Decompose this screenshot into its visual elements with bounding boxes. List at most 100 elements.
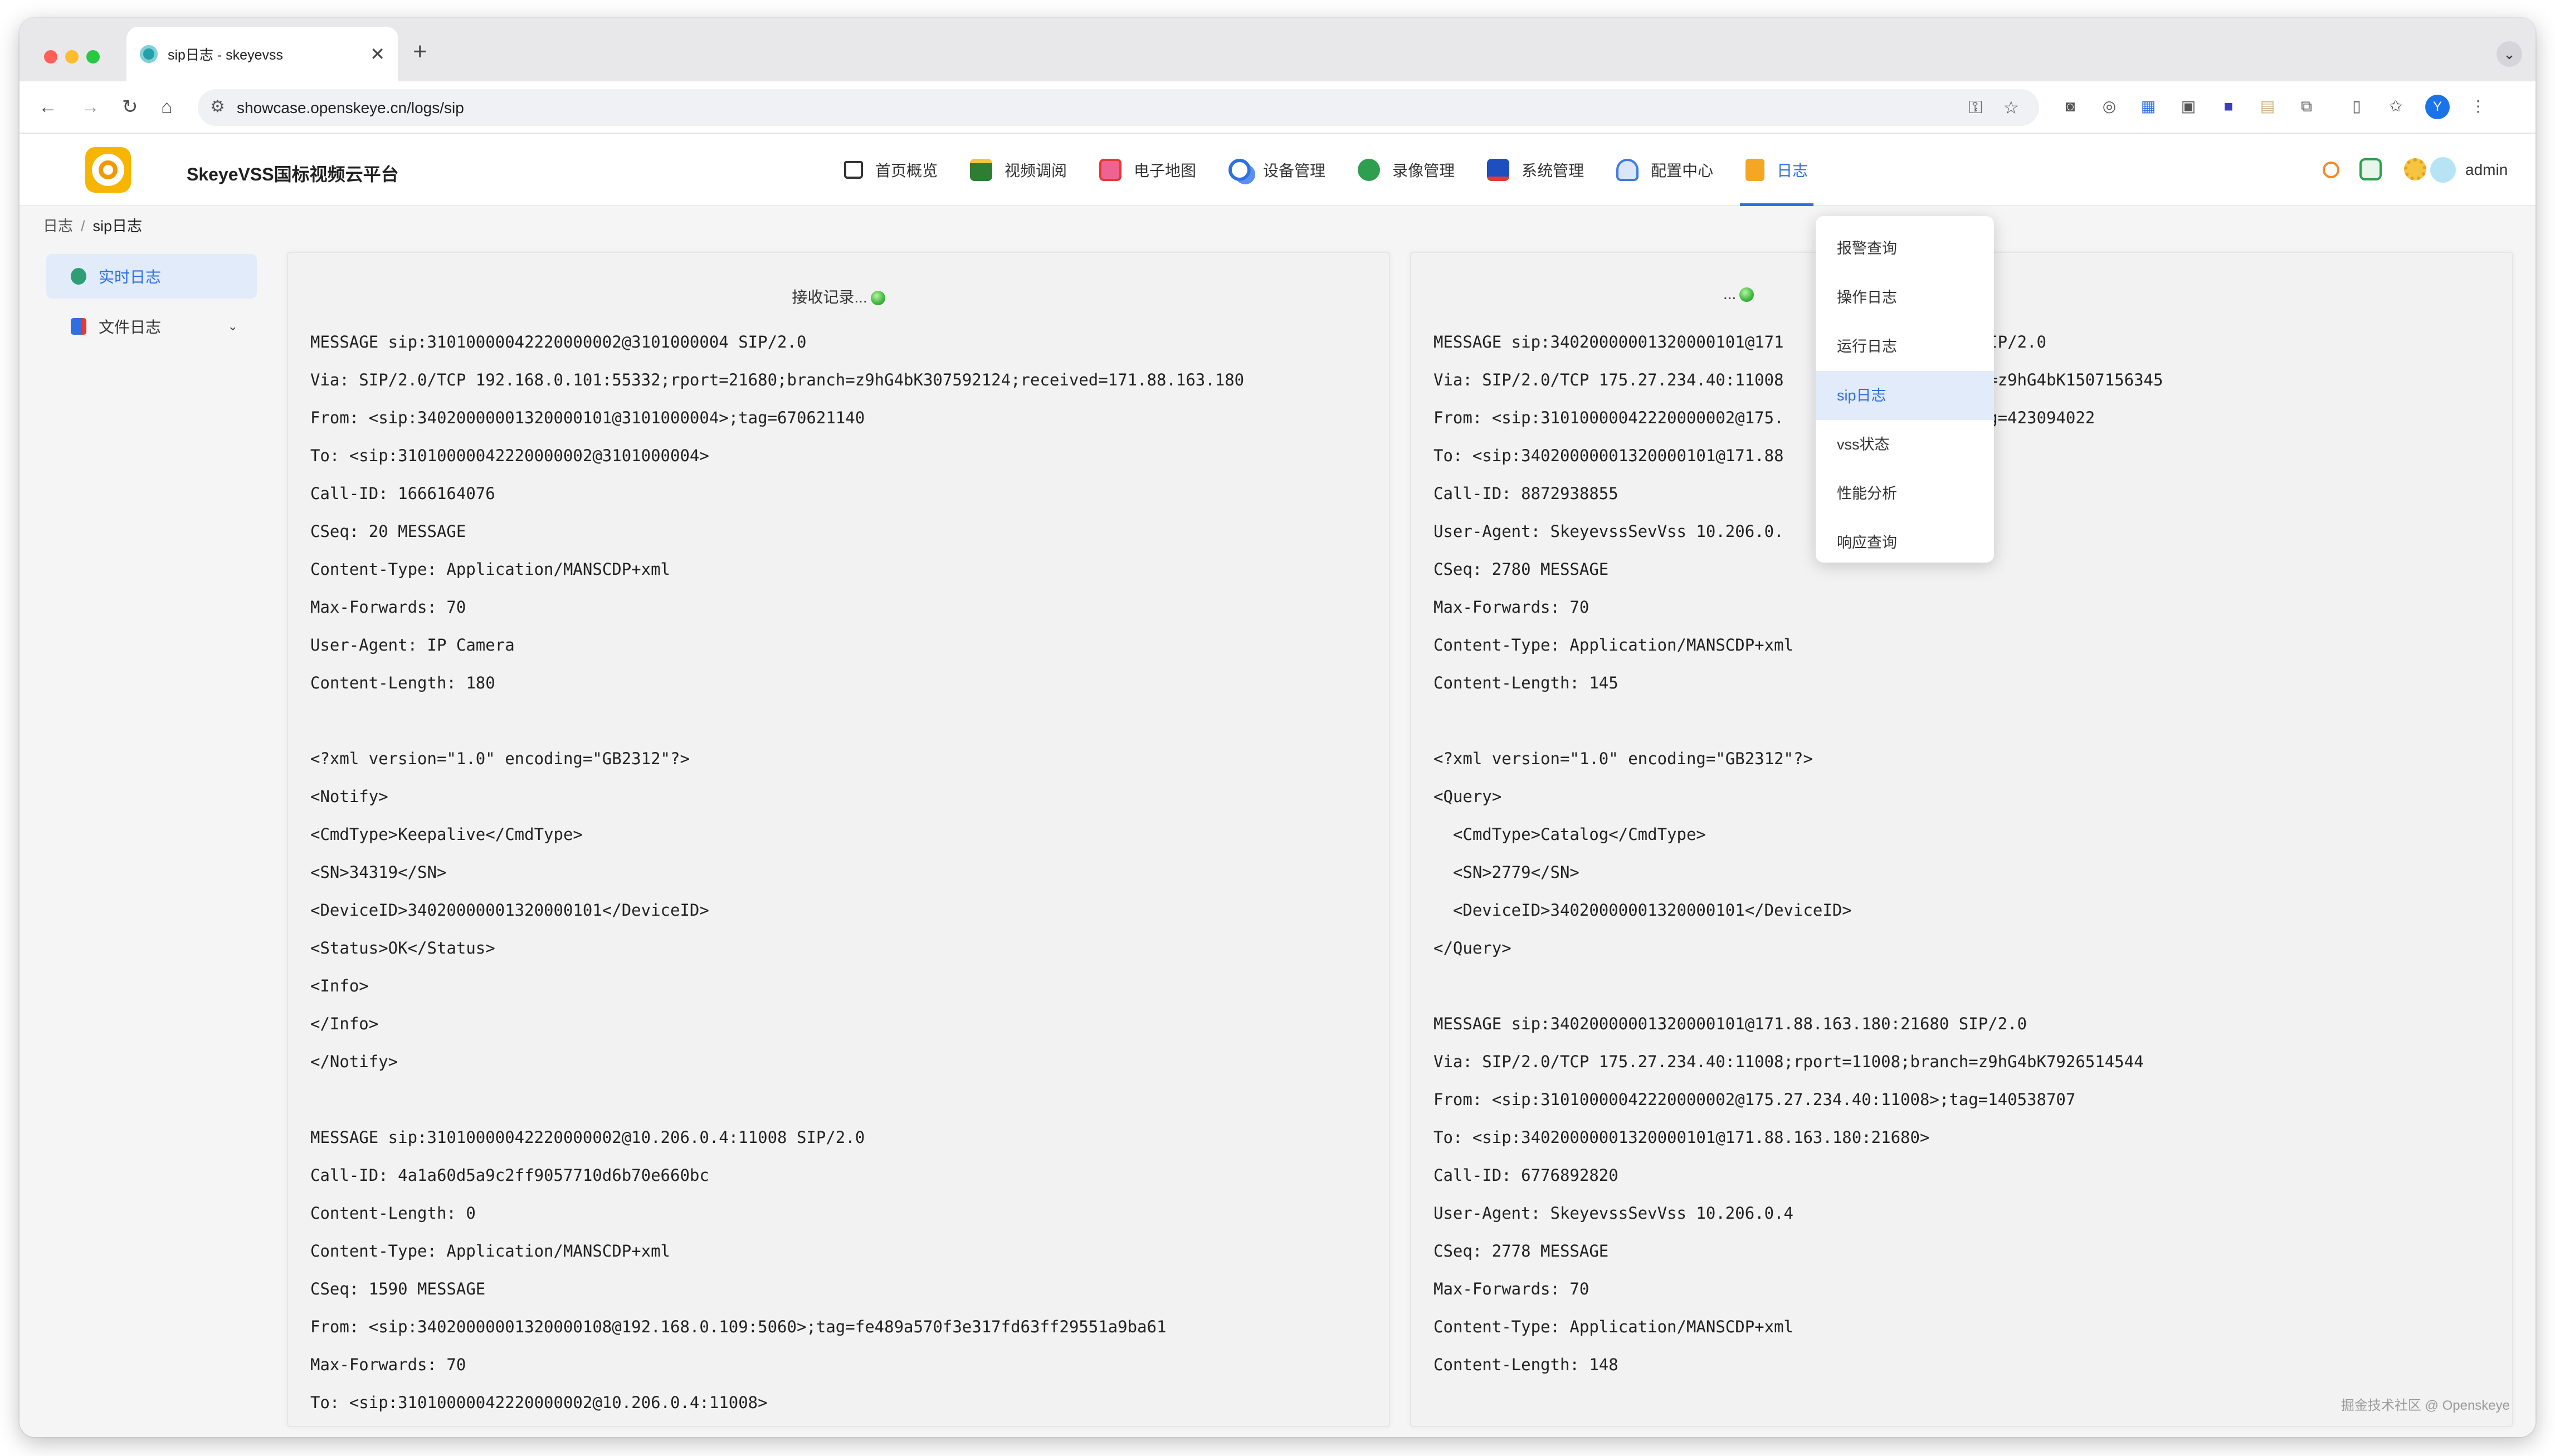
home-icon	[844, 161, 863, 179]
browser-menu-icon[interactable]: ⋮	[2466, 95, 2490, 118]
tab-close-icon[interactable]: ✕	[370, 43, 385, 65]
log-line: <SN>34319</SN>	[310, 863, 447, 882]
record-icon	[1358, 159, 1381, 181]
panel-title: 接收记录...	[288, 285, 1389, 307]
extension-grid-icon[interactable]: ▦	[2137, 95, 2160, 118]
extension-note-icon[interactable]: ▤	[2256, 95, 2279, 118]
home-icon[interactable]: ⌂	[161, 96, 173, 118]
app-header: SkeyeVSS国标视频云平台 首页概览 视频调阅 电子地图 设备管理 录像管理	[19, 134, 2536, 206]
log-line: <Notify>	[310, 787, 388, 806]
nav-item-label: 系统管理	[1522, 162, 1584, 179]
screenshot-camera-icon[interactable]: ◙	[2059, 95, 2082, 118]
main-nav: 首页概览 视频调阅 电子地图 设备管理 录像管理 系统管理 配置中心 日志	[844, 134, 1840, 206]
new-tab-button[interactable]: +	[413, 38, 427, 66]
nav-item-label: 日志	[1777, 162, 1808, 179]
log-line: From: <sip:34020000001320000108@192.168.…	[310, 1317, 1167, 1336]
panel-title-text: ...	[1723, 285, 1737, 302]
extension-circle-icon[interactable]: ◎	[2098, 95, 2121, 118]
user-name[interactable]: admin	[2465, 161, 2508, 179]
breadcrumb: 日志 / sip日志	[43, 214, 142, 236]
log-line: CSeq: 20 MESSAGE	[310, 522, 466, 541]
gender-icon[interactable]	[2323, 162, 2339, 178]
profile-avatar[interactable]: Y	[2425, 95, 2450, 119]
log-line: To: <sip:34020000001320000101@171.88.163…	[1433, 1128, 1930, 1147]
log-line: </Info>	[310, 1014, 379, 1033]
menu-item-performance[interactable]: 性能分析	[1816, 469, 1994, 518]
realtime-log-icon	[71, 268, 86, 285]
menu-item-vss-status[interactable]: vss状态	[1816, 420, 1994, 469]
menu-item-operation-log[interactable]: 操作日志	[1816, 273, 1994, 322]
extension-blue-icon[interactable]: ■	[2217, 95, 2240, 118]
log-line: User-Agent: SkeyevssSevVss 10.206.0.4	[1433, 1204, 1794, 1223]
nav-item-home[interactable]: 首页概览	[844, 134, 938, 206]
log-line: To: <sip:31010000042220000002@10.206.0.4…	[310, 1393, 768, 1412]
nav-item-label: 视频调阅	[1005, 162, 1067, 179]
log-line: To: <sip:31010000042220000002@3101000004…	[310, 446, 709, 465]
extensions-puzzle-icon[interactable]: ⧉	[2295, 95, 2318, 118]
minimize-window-button[interactable]	[65, 50, 79, 63]
nav-item-recordings[interactable]: 录像管理	[1358, 134, 1455, 206]
chevron-down-icon[interactable]: ⌄	[228, 319, 238, 334]
sidebar-item-realtime-log[interactable]: 实时日志	[46, 254, 257, 299]
nav-item-logs[interactable]: 日志	[1740, 134, 1814, 206]
extension-dark-icon[interactable]: ▣	[2177, 95, 2200, 118]
menu-item-alarm-query[interactable]: 报警查询	[1816, 224, 1994, 273]
log-line: Max-Forwards: 70	[1433, 598, 1589, 617]
bookmark-star-icon[interactable]: ☆	[2003, 97, 2019, 118]
nav-item-label: 配置中心	[1651, 162, 1714, 179]
log-line: Content-Length: 145	[1433, 673, 1618, 692]
menu-item-sip-log[interactable]: sip日志	[1816, 371, 1994, 420]
log-icon	[1745, 159, 1765, 181]
nav-item-config[interactable]: 配置中心	[1616, 134, 1713, 206]
reload-icon[interactable]: ↻	[122, 96, 138, 118]
nav-item-system[interactable]: 系统管理	[1487, 134, 1584, 206]
log-content: MESSAGE sip:31010000042220000002@3101000…	[310, 331, 1369, 1429]
address-bar[interactable]: ⚙ showcase.openskeye.cn/logs/sip ⚿ ☆	[198, 89, 2039, 126]
browser-tab[interactable]: sip日志 - skeyevss ✕	[126, 27, 398, 81]
app-logo[interactable]	[85, 147, 131, 193]
nav-item-label: 电子地图	[1134, 162, 1197, 179]
fullscreen-icon[interactable]	[2359, 158, 2382, 180]
tab-title: sip日志 - skeyevss	[168, 47, 283, 63]
forward-arrow-icon[interactable]: →	[81, 96, 100, 118]
live-status-icon	[1739, 287, 1754, 302]
log-line: CSeq: 2778 MESSAGE	[1433, 1242, 1609, 1260]
back-arrow-icon[interactable]: ←	[38, 96, 57, 118]
menu-item-run-log[interactable]: 运行日志	[1816, 322, 1994, 371]
live-status-icon	[870, 291, 885, 305]
log-line: Content-Length: 148	[1433, 1355, 1618, 1374]
menu-item-response-query[interactable]: 响应查询	[1816, 518, 1994, 567]
nav-item-label: 录像管理	[1392, 162, 1455, 179]
reading-mode-icon[interactable]: ▯	[2345, 95, 2368, 118]
system-icon	[1487, 159, 1510, 181]
log-line: <DeviceID>34020000001320000101</DeviceID…	[310, 901, 709, 920]
nav-item-video[interactable]: 视频调阅	[970, 134, 1067, 206]
site-settings-icon[interactable]: ⚙	[210, 97, 225, 116]
file-log-icon	[71, 318, 86, 335]
breadcrumb-current: sip日志	[92, 218, 143, 234]
nav-item-devices[interactable]: 设备管理	[1228, 134, 1325, 206]
log-line: From: <sip:31010000042220000002@175.27.2…	[1433, 1090, 2076, 1109]
maximize-window-button[interactable]	[86, 50, 100, 63]
log-line: Content-Length: 0	[310, 1204, 476, 1223]
log-line: Content-Length: 180	[310, 673, 495, 692]
password-key-icon[interactable]: ⚿	[1969, 97, 1982, 118]
nav-item-map[interactable]: 电子地图	[1099, 134, 1196, 206]
sidebar-item-file-log[interactable]: 文件日志 ⌄	[46, 304, 257, 349]
tab-search-chevron-icon[interactable]: ⌄	[2497, 41, 2522, 67]
close-window-button[interactable]	[44, 50, 57, 63]
config-icon	[1616, 159, 1639, 181]
log-line: Content-Type: Application/MANSCDP+xml	[1433, 636, 1794, 654]
url-text[interactable]: showcase.openskeye.cn/logs/sip	[237, 99, 464, 117]
log-line: From: <sip:34020000001320000101@31010000…	[310, 408, 865, 427]
settings-sun-icon[interactable]	[2404, 158, 2426, 180]
bookmarks-star-icon[interactable]: ✩	[2384, 95, 2407, 118]
log-line: <DeviceID>34020000001320000101</DeviceID…	[1433, 901, 1852, 920]
user-avatar[interactable]	[2430, 157, 2456, 183]
breadcrumb-parent[interactable]: 日志	[43, 218, 73, 234]
browser-window: sip日志 - skeyevss ✕ + ⌄ ← → ↻ ⌂ ⚙ showcas…	[19, 18, 2536, 1437]
log-line: CSeq: 1590 MESSAGE	[310, 1279, 486, 1298]
